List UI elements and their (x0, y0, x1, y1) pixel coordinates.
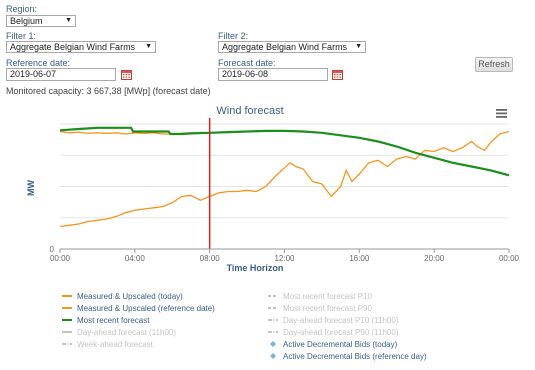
legend-label: Most recent forecast P90 (283, 304, 372, 313)
x-tick-label: 08:00 (200, 254, 221, 263)
legend-label: Measured & Upscaled (today) (77, 292, 183, 301)
legend-symbol-icon (62, 343, 72, 345)
legend-label: Most recent forecast (77, 316, 150, 325)
wind-forecast-chart: Wind forecast 00:00 04:00 08:00 12:00 16:00 2… (26, 105, 520, 273)
legend-symbol-icon (62, 331, 72, 333)
legend-symbol-icon (62, 319, 72, 321)
legend-symbol-icon (270, 341, 276, 347)
legend-symbol-icon (268, 331, 278, 333)
legend-symbol-icon (268, 307, 278, 309)
legend-label: Week-ahead forecast (77, 340, 153, 349)
y-tick-label: 0 (50, 245, 55, 254)
x-tick-label: 00:00 (50, 254, 71, 263)
legend-label: Most recent forecast P10 (283, 292, 372, 301)
legend-symbol-icon (62, 307, 72, 309)
legend-label: Day-ahead forecast P10 (11h00) (283, 316, 399, 325)
x-tick-label: 00:00 (499, 254, 520, 263)
legend-symbol-icon (270, 353, 276, 359)
chart-title: Wind forecast (216, 105, 283, 117)
x-tick-label: 16:00 (349, 254, 370, 263)
legend-symbol-icon (62, 295, 72, 297)
legend-label: Active Decremental Bids (reference day) (283, 352, 427, 361)
y-axis-label: MW (26, 180, 36, 196)
legend-label: Measured & Upscaled (reference date) (77, 304, 215, 313)
series-line (59, 130, 510, 228)
hamburger-menu-icon[interactable] (494, 107, 508, 119)
x-axis-label: Time Horizon (227, 263, 284, 273)
x-tick-label: 20:00 (424, 254, 445, 263)
legend-symbol-icon (268, 319, 278, 321)
x-tick-label: 12:00 (274, 254, 295, 263)
x-tick-label: 04:00 (125, 254, 146, 263)
legend-label: Day-ahead forecast (11h00) (77, 328, 177, 337)
legend-label: Day-ahead forecast P90 (11h00) (283, 328, 399, 337)
legend-label: Active Decremental Bids (today) (283, 340, 398, 349)
legend-symbol-icon (268, 295, 278, 297)
